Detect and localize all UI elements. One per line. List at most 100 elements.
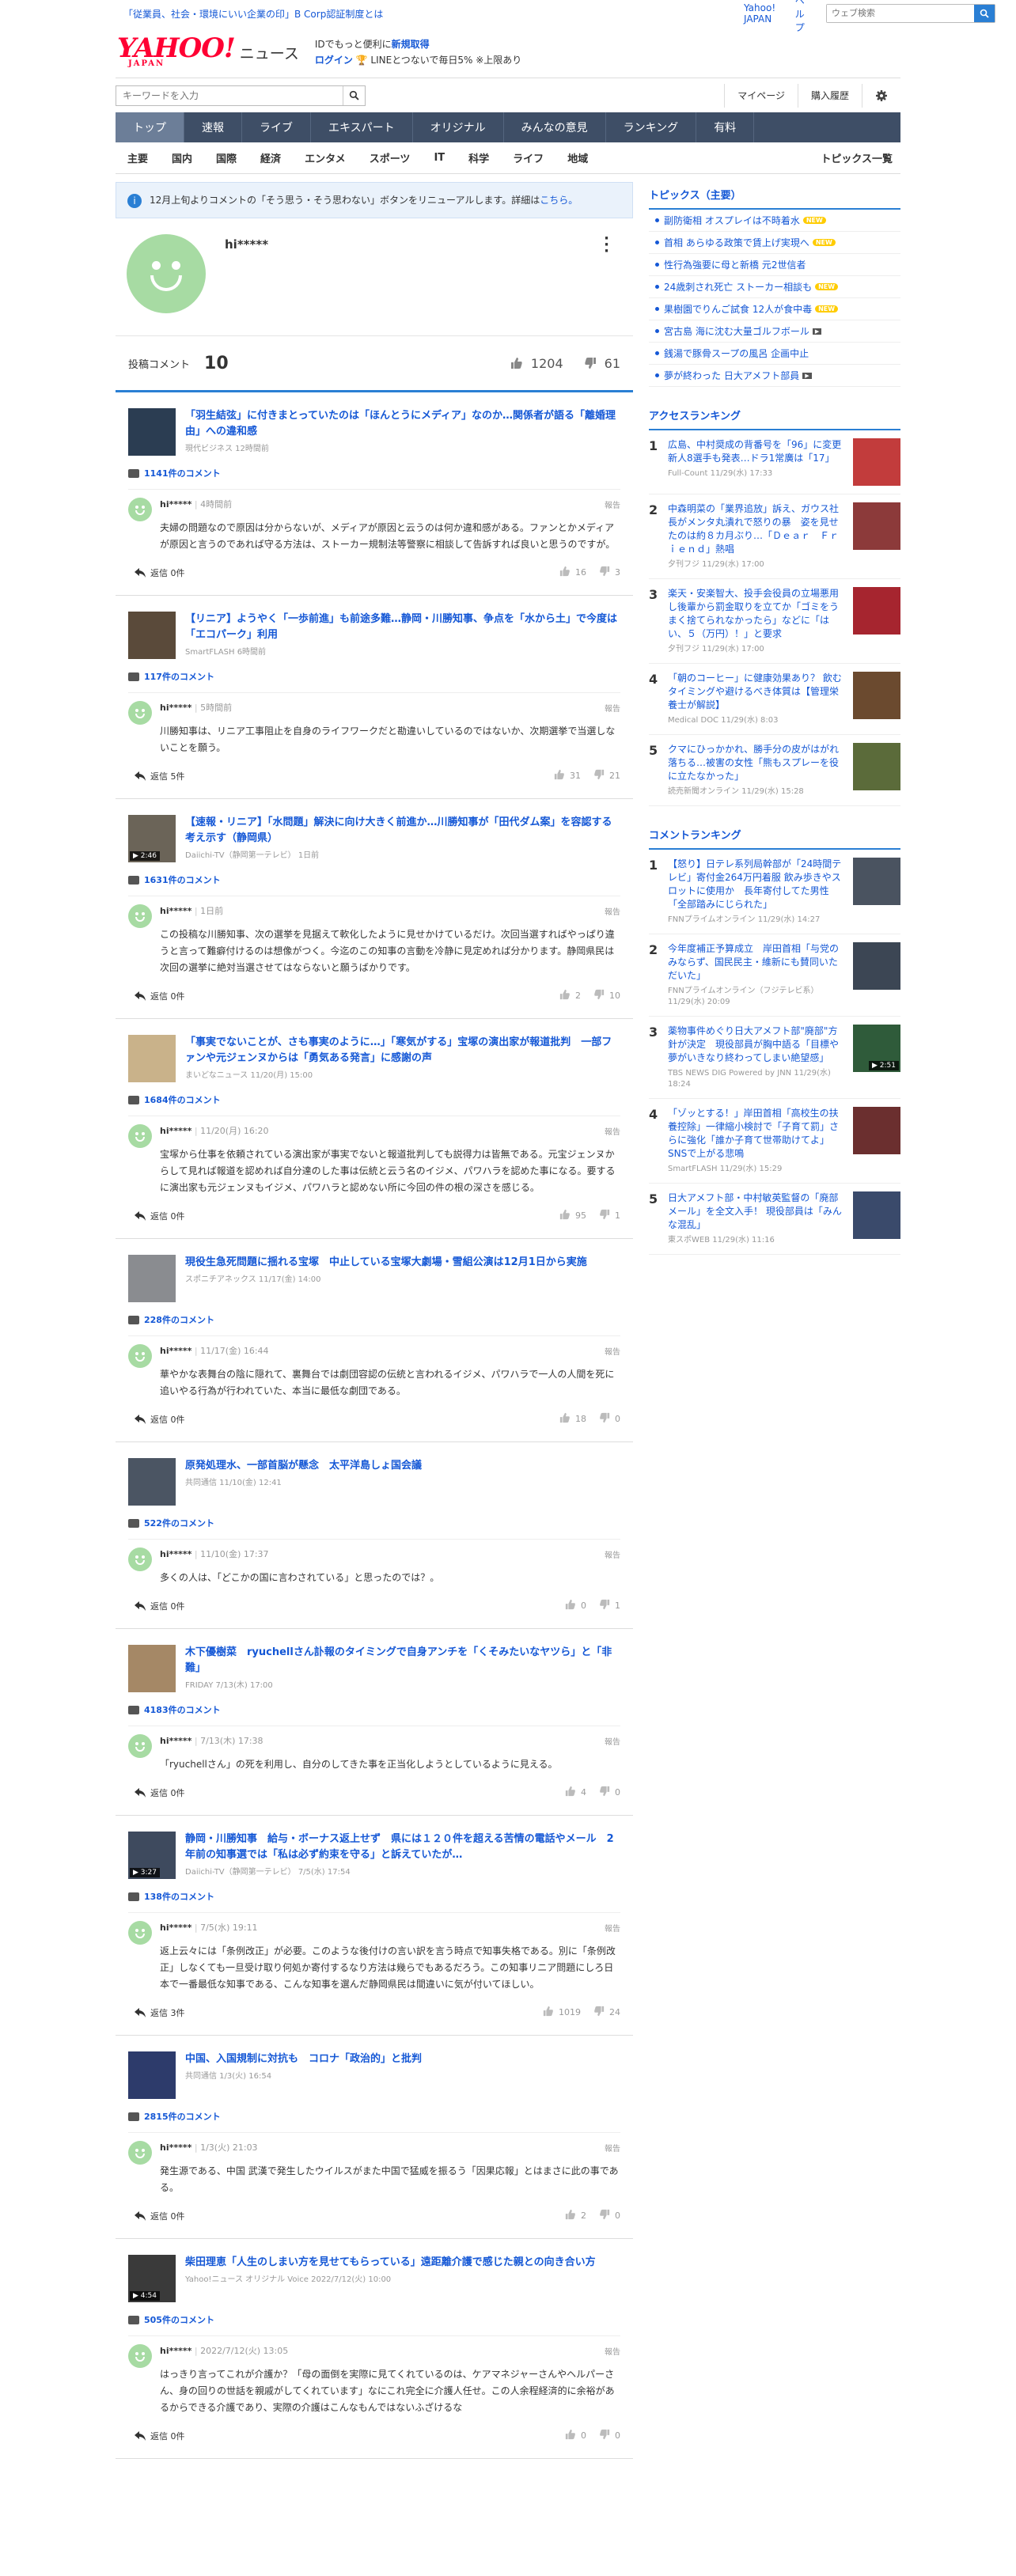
yahoo-logo[interactable]: YAHOO! JAPAN <box>117 35 236 68</box>
comment-count-link[interactable]: 117件のコメント <box>128 670 620 683</box>
keyword-search-button[interactable] <box>343 85 365 105</box>
comment-author[interactable]: hi***** <box>160 1923 191 1933</box>
article-thumbnail[interactable] <box>128 1645 176 1692</box>
upvote-button[interactable] <box>559 1209 571 1222</box>
report-link[interactable]: 報告 <box>605 1922 620 1934</box>
upvote-button[interactable] <box>565 2209 576 2222</box>
ranking-title[interactable]: 「ゾッとする！」岸田首相「高校生の扶養控除」一律縮小検討で「子育て罰」さらに強化… <box>668 1107 845 1161</box>
article-thumbnail[interactable] <box>128 612 176 659</box>
help-link[interactable]: ヘルプ <box>795 0 812 34</box>
upvote-button[interactable] <box>543 2006 554 2019</box>
nav-tab-1[interactable]: 速報 <box>184 112 242 142</box>
topic-item[interactable]: 性行為強要に母と新橋 元2世信者 <box>649 254 900 276</box>
article-thumbnail[interactable] <box>128 1255 176 1302</box>
nav-tab-3[interactable]: エキスパート <box>311 112 413 142</box>
category-tab-0[interactable]: 主要 <box>116 150 160 165</box>
ranking-thumbnail[interactable] <box>853 858 900 905</box>
ranking-title[interactable]: 今年度補正予算成立 岸田首相「与党のみならず、国民民主・維新にも賛同いただいた」 <box>668 942 845 983</box>
topics-list-link[interactable]: トピックス一覧 <box>821 150 900 165</box>
upvote-button[interactable] <box>565 1786 576 1799</box>
downvote-button[interactable] <box>593 769 605 782</box>
comment-author[interactable]: hi***** <box>160 499 191 510</box>
downvote-button[interactable] <box>599 1786 610 1799</box>
article-title[interactable]: 静岡・川勝知事 給与・ボーナス返上せず 県には１２０件を超える苦情の電話やメール… <box>185 1832 620 1863</box>
reply-button[interactable]: 返信 0件 <box>135 1786 185 1799</box>
upvote-button[interactable] <box>554 769 565 782</box>
comment-count-text[interactable]: 117件のコメント <box>144 670 214 683</box>
comment-count-text[interactable]: 505件のコメント <box>144 2313 214 2326</box>
category-tab-3[interactable]: 経済 <box>248 150 293 165</box>
web-search-input[interactable] <box>827 5 974 22</box>
nav-tab-6[interactable]: ランキング <box>606 112 697 142</box>
ranking-title[interactable]: 薬物事件めぐり日大アメフト部"廃部"方針が決定 現役部員が胸中語る「目標や夢がい… <box>668 1025 845 1065</box>
report-link[interactable]: 報告 <box>605 1125 620 1137</box>
ranking-item[interactable]: 5 日大アメフト部・中村敏英監督の「廃部メール」を全文入手！ 現役部員は「みんな混… <box>649 1184 900 1255</box>
downvote-button[interactable] <box>593 989 605 1002</box>
category-tab-9[interactable]: 地域 <box>555 150 600 165</box>
topic-item[interactable]: 銭湯で豚骨スープの風呂 企画中止 <box>649 343 900 365</box>
topic-item[interactable]: 宮古島 海に沈む大量ゴルフボール ▶ <box>649 320 900 343</box>
topic-item[interactable]: 夢が終わった 日大アメフト部員 ▶ <box>649 365 900 387</box>
topic-item[interactable]: 24歳刺され死亡 ストーカー相談も NEW <box>649 276 900 298</box>
comment-author[interactable]: hi***** <box>160 1736 191 1746</box>
ranking-thumbnail[interactable] <box>853 743 900 790</box>
reply-button[interactable]: 返信 3件 <box>135 2006 185 2019</box>
downvote-button[interactable] <box>599 1209 610 1222</box>
report-link[interactable]: 報告 <box>605 702 620 714</box>
comment-count-link[interactable]: 1141件のコメント <box>128 467 620 479</box>
topic-title[interactable]: 首相 あらゆる政策で賃上げ実現へ <box>664 236 809 249</box>
topic-title[interactable]: 夢が終わった 日大アメフト部員 <box>664 369 799 382</box>
ranking-item[interactable]: 4 「朝のコーヒー」に健康効果あり？ 飲むタイミングや避けるべき体質は【管理栄養士… <box>649 664 900 735</box>
category-tab-6[interactable]: IT <box>422 152 457 164</box>
comment-count-link[interactable]: 522件のコメント <box>128 1517 620 1529</box>
report-link[interactable]: 報告 <box>605 2142 620 2154</box>
ranking-item[interactable]: 2 中森明菜の「業界追放」訴え、ガウス社長がメンタ丸潰れで怒りの暴 姿を見せたのは… <box>649 494 900 579</box>
news-logo-text[interactable]: ニュース <box>240 42 299 63</box>
comment-count-link[interactable]: 1684件のコメント <box>128 1093 620 1106</box>
login-link[interactable]: ログイン <box>315 55 353 66</box>
comment-count-text[interactable]: 2815件のコメント <box>144 2110 221 2123</box>
comment-author[interactable]: hi***** <box>160 703 191 713</box>
ranking-title[interactable]: 中森明菜の「業界追放」訴え、ガウス社長がメンタ丸潰れで怒りの暴 姿を見せたのは約… <box>668 502 845 556</box>
more-menu-icon[interactable]: · · · <box>604 232 609 259</box>
promo-link[interactable]: 「従業員、社会・環境にいい企業の印」B Corp認証制度とは <box>123 7 383 21</box>
ranking-thumbnail[interactable]: ▶ 2:51 <box>853 1025 900 1072</box>
notice-detail-link[interactable]: こちら。 <box>540 195 578 206</box>
nav-tab-2[interactable]: ライブ <box>242 112 311 142</box>
report-link[interactable]: 報告 <box>605 1345 620 1357</box>
report-link[interactable]: 報告 <box>605 1735 620 1747</box>
reply-button[interactable]: 返信 0件 <box>135 1600 185 1612</box>
purchase-history-link[interactable]: 購入履歴 <box>797 83 862 108</box>
category-tab-4[interactable]: エンタメ <box>293 150 358 165</box>
reply-button[interactable]: 返信 0件 <box>135 1210 185 1222</box>
category-tab-2[interactable]: 国際 <box>204 150 248 165</box>
topic-title[interactable]: 果樹園でりんご試食 12人が食中毒 <box>664 302 812 316</box>
topic-item[interactable]: 首相 あらゆる政策で賃上げ実現へ NEW <box>649 232 900 254</box>
ranking-title[interactable]: 「朝のコーヒー」に健康効果あり？ 飲むタイミングや避けるべき体質は【管理栄養士が… <box>668 672 845 712</box>
topic-title[interactable]: 副防衛相 オスプレイは不時着水 <box>664 214 800 227</box>
comment-count-text[interactable]: 1141件のコメント <box>144 467 221 479</box>
comment-count-link[interactable]: 138件のコメント <box>128 1890 620 1903</box>
ranking-title[interactable]: 【怒り】日テレ系列局幹部が「24時間テレビ」寄付金264万円着服 飲み歩きやスロ… <box>668 858 845 911</box>
reply-button[interactable]: 返信 5件 <box>135 770 185 782</box>
upvote-button[interactable] <box>565 2429 576 2442</box>
article-thumbnail[interactable] <box>128 1458 176 1506</box>
web-search-button[interactable] <box>974 5 995 22</box>
line-promo[interactable]: 🏆 LINEとつないで毎日5% ※上限あり <box>356 55 522 66</box>
article-title[interactable]: 【リニア】ようやく「一歩前進」も前途多難…静岡・川勝知事、争点を「水から土」で今… <box>185 612 620 643</box>
upvote-button[interactable] <box>559 566 571 579</box>
ranking-item[interactable]: 4 「ゾッとする！」岸田首相「高校生の扶養控除」一律縮小検討で「子育て罰」さらに強… <box>649 1099 900 1184</box>
article-title[interactable]: 中国、入国規制に対抗も コロナ「政治的」と批判 <box>185 2051 422 2067</box>
comment-count-text[interactable]: 522件のコメント <box>144 1517 214 1529</box>
ranking-thumbnail[interactable] <box>853 942 900 990</box>
upvote-button[interactable] <box>559 1412 571 1426</box>
article-title[interactable]: 柴田理恵「人生のしまい方を見せてもらっている」遠距離介護で感じた親との向き合い方 <box>185 2255 596 2271</box>
ranking-title[interactable]: クマにひっかかれ、勝手分の皮がはがれ落ちる…被害の女性「熊もスプレーを役に立たな… <box>668 743 845 783</box>
article-title[interactable]: 「事実でないことが、さも事実のように…」「寒気がする」宝塚の演出家が報道批判 一… <box>185 1035 620 1066</box>
comment-count-text[interactable]: 1631件のコメント <box>144 873 221 886</box>
article-thumbnail[interactable]: ▶ 2:46 <box>128 815 176 862</box>
comment-author[interactable]: hi***** <box>160 1346 191 1356</box>
signup-link[interactable]: 新規取得 <box>392 39 430 50</box>
comment-count-link[interactable]: 228件のコメント <box>128 1313 620 1326</box>
topic-title[interactable]: 銭湯で豚骨スープの風呂 企画中止 <box>664 347 809 360</box>
